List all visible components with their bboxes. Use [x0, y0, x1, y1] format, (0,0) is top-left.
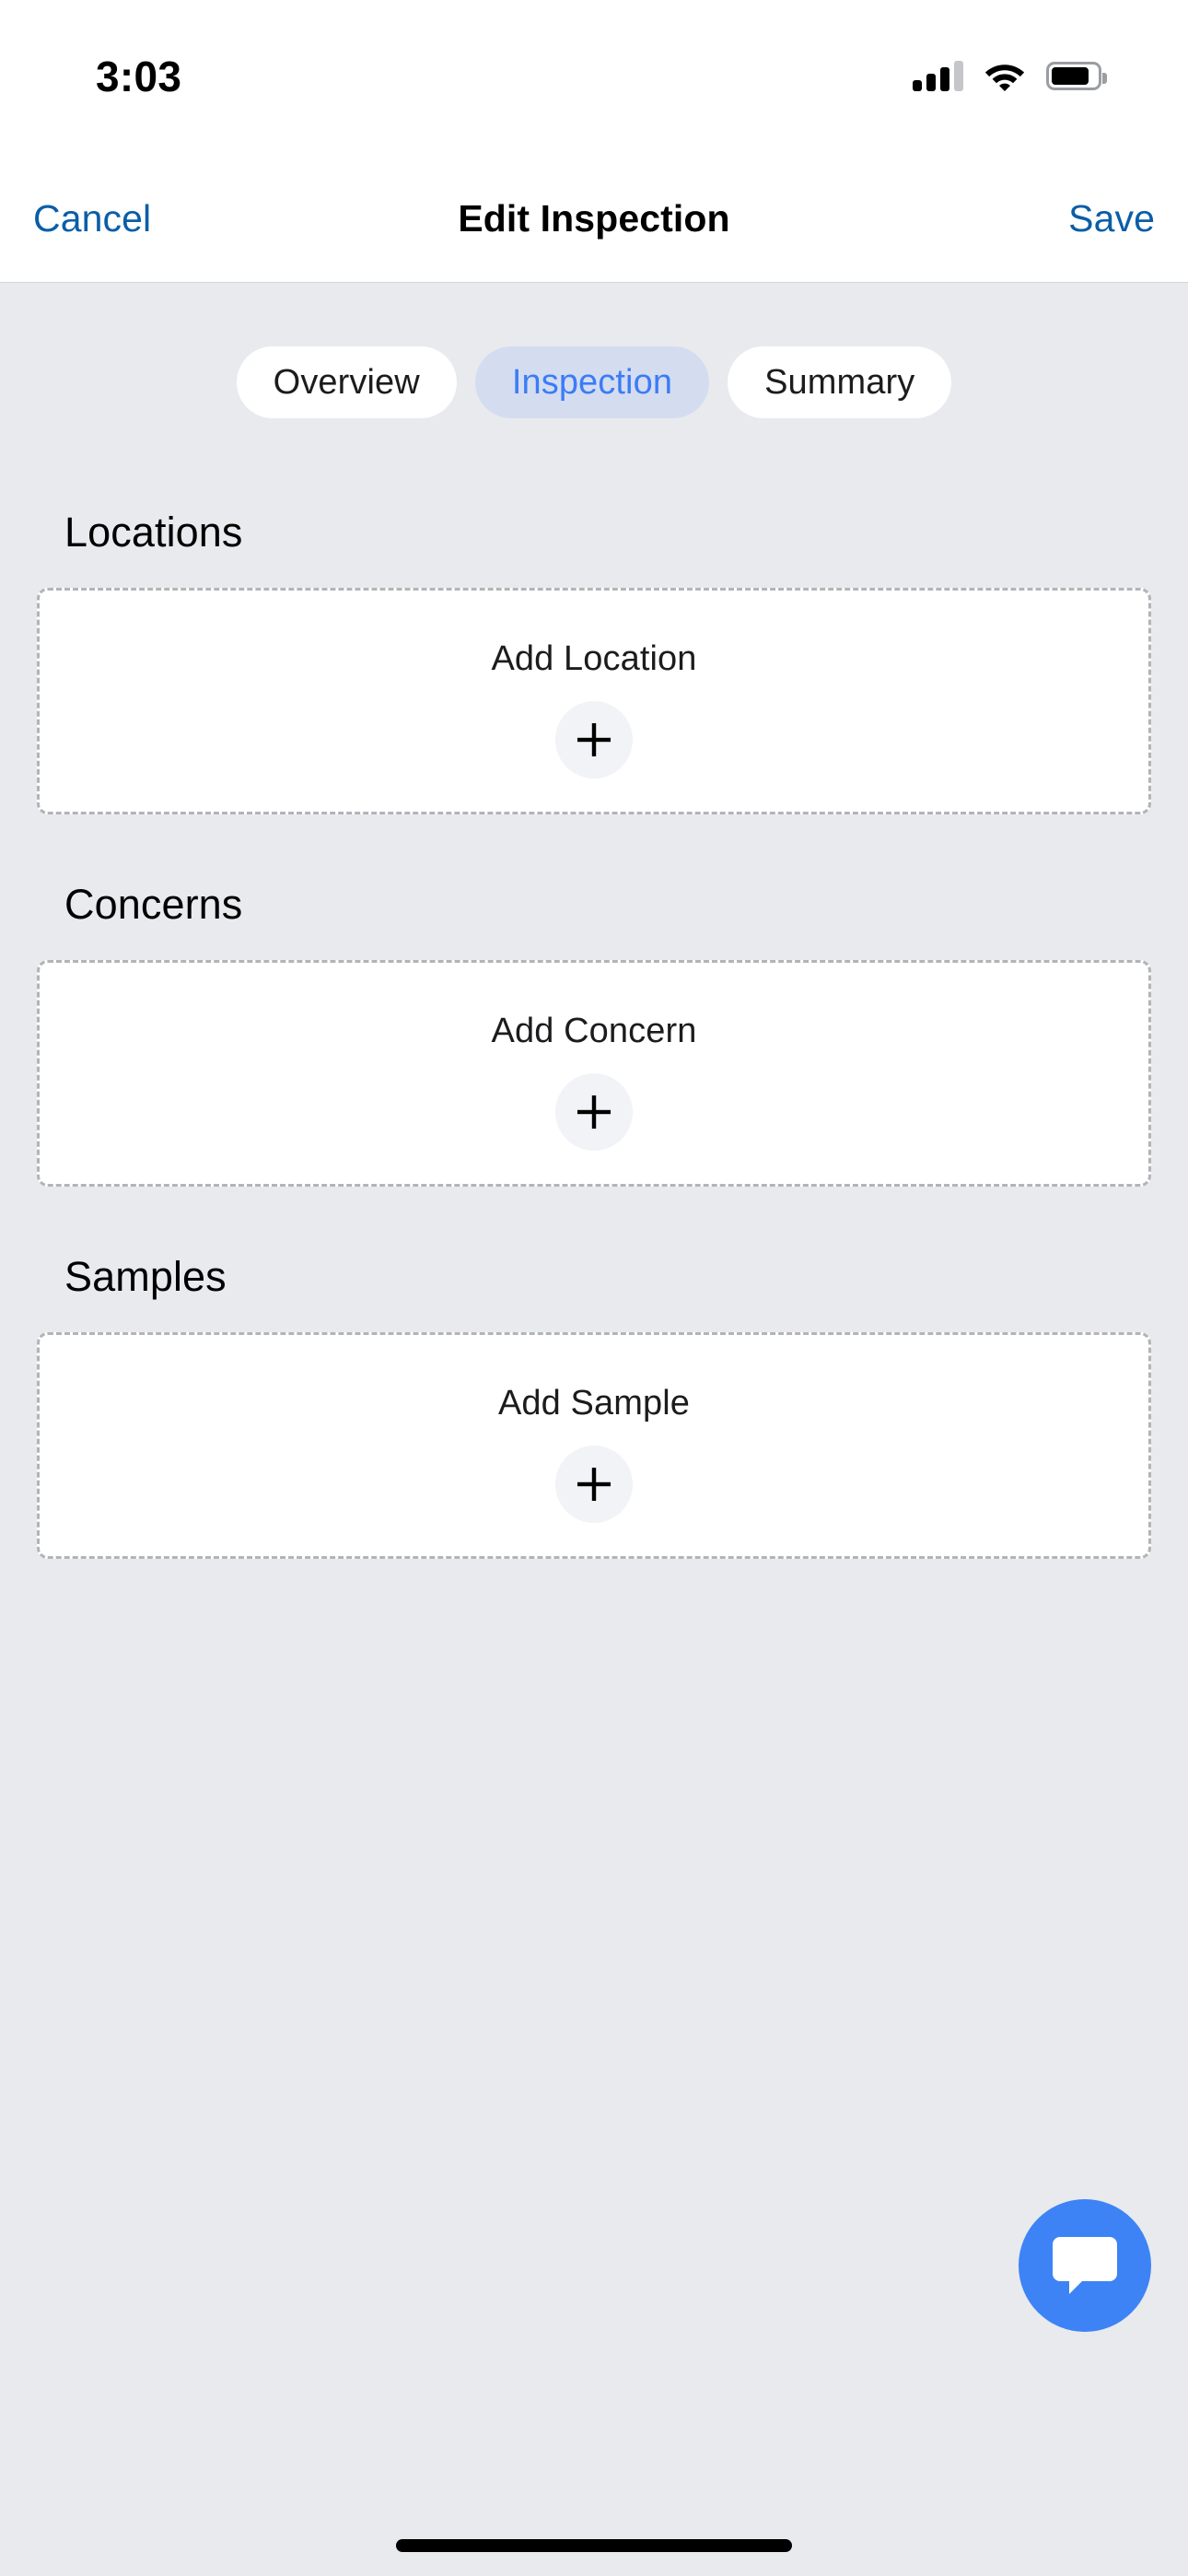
home-indicator: [396, 2539, 792, 2552]
add-concern-card[interactable]: Add Concern: [37, 960, 1151, 1187]
add-concern-button[interactable]: [555, 1073, 633, 1151]
section-title-concerns: Concerns: [64, 881, 243, 928]
section-title-locations: Locations: [64, 509, 243, 556]
chat-support-button[interactable]: [1019, 2199, 1151, 2332]
content-scroll-area[interactable]: Overview Inspection Summary Locations Ad…: [0, 284, 1188, 2576]
add-location-button[interactable]: [555, 701, 633, 779]
page-title: Edit Inspection: [458, 196, 730, 240]
section-samples: Samples Add Sample: [0, 1253, 1188, 1559]
add-sample-label: Add Sample: [497, 1384, 690, 1423]
tab-overview-label: Overview: [273, 362, 420, 402]
section-concerns: Concerns Add Concern: [0, 881, 1188, 1187]
save-button[interactable]: Save: [1068, 197, 1155, 240]
wifi-icon: [984, 64, 1025, 91]
add-concern-label: Add Concern: [491, 1012, 697, 1050]
tab-inspection[interactable]: Inspection: [474, 346, 710, 418]
tab-overview[interactable]: Overview: [236, 346, 457, 418]
plus-icon: [577, 1468, 611, 1501]
phone-screen: 3:03 Cancel Edit Inspection Save Overvie…: [0, 0, 1188, 2576]
plus-icon: [577, 723, 611, 756]
battery-icon: [1046, 61, 1107, 90]
section-title-samples: Samples: [64, 1253, 227, 1300]
add-location-card[interactable]: Add Location: [37, 588, 1151, 814]
tab-inspection-label: Inspection: [511, 362, 673, 402]
tab-summary-label: Summary: [764, 362, 915, 402]
add-sample-button[interactable]: [555, 1446, 633, 1523]
add-sample-card[interactable]: Add Sample: [37, 1332, 1151, 1559]
chat-bubble-icon: [1053, 2237, 1117, 2294]
navigation-bar: Cancel Edit Inspection Save: [0, 155, 1188, 283]
status-bar-icons: [913, 48, 1107, 103]
add-location-label: Add Location: [491, 639, 697, 678]
cellular-signal-icon: [913, 60, 963, 91]
plus-icon: [577, 1095, 611, 1129]
tab-summary[interactable]: Summary: [728, 346, 952, 418]
section-locations: Locations Add Location: [0, 509, 1188, 814]
status-bar: 3:03: [0, 0, 1188, 155]
segmented-control: Overview Inspection Summary: [0, 346, 1188, 418]
